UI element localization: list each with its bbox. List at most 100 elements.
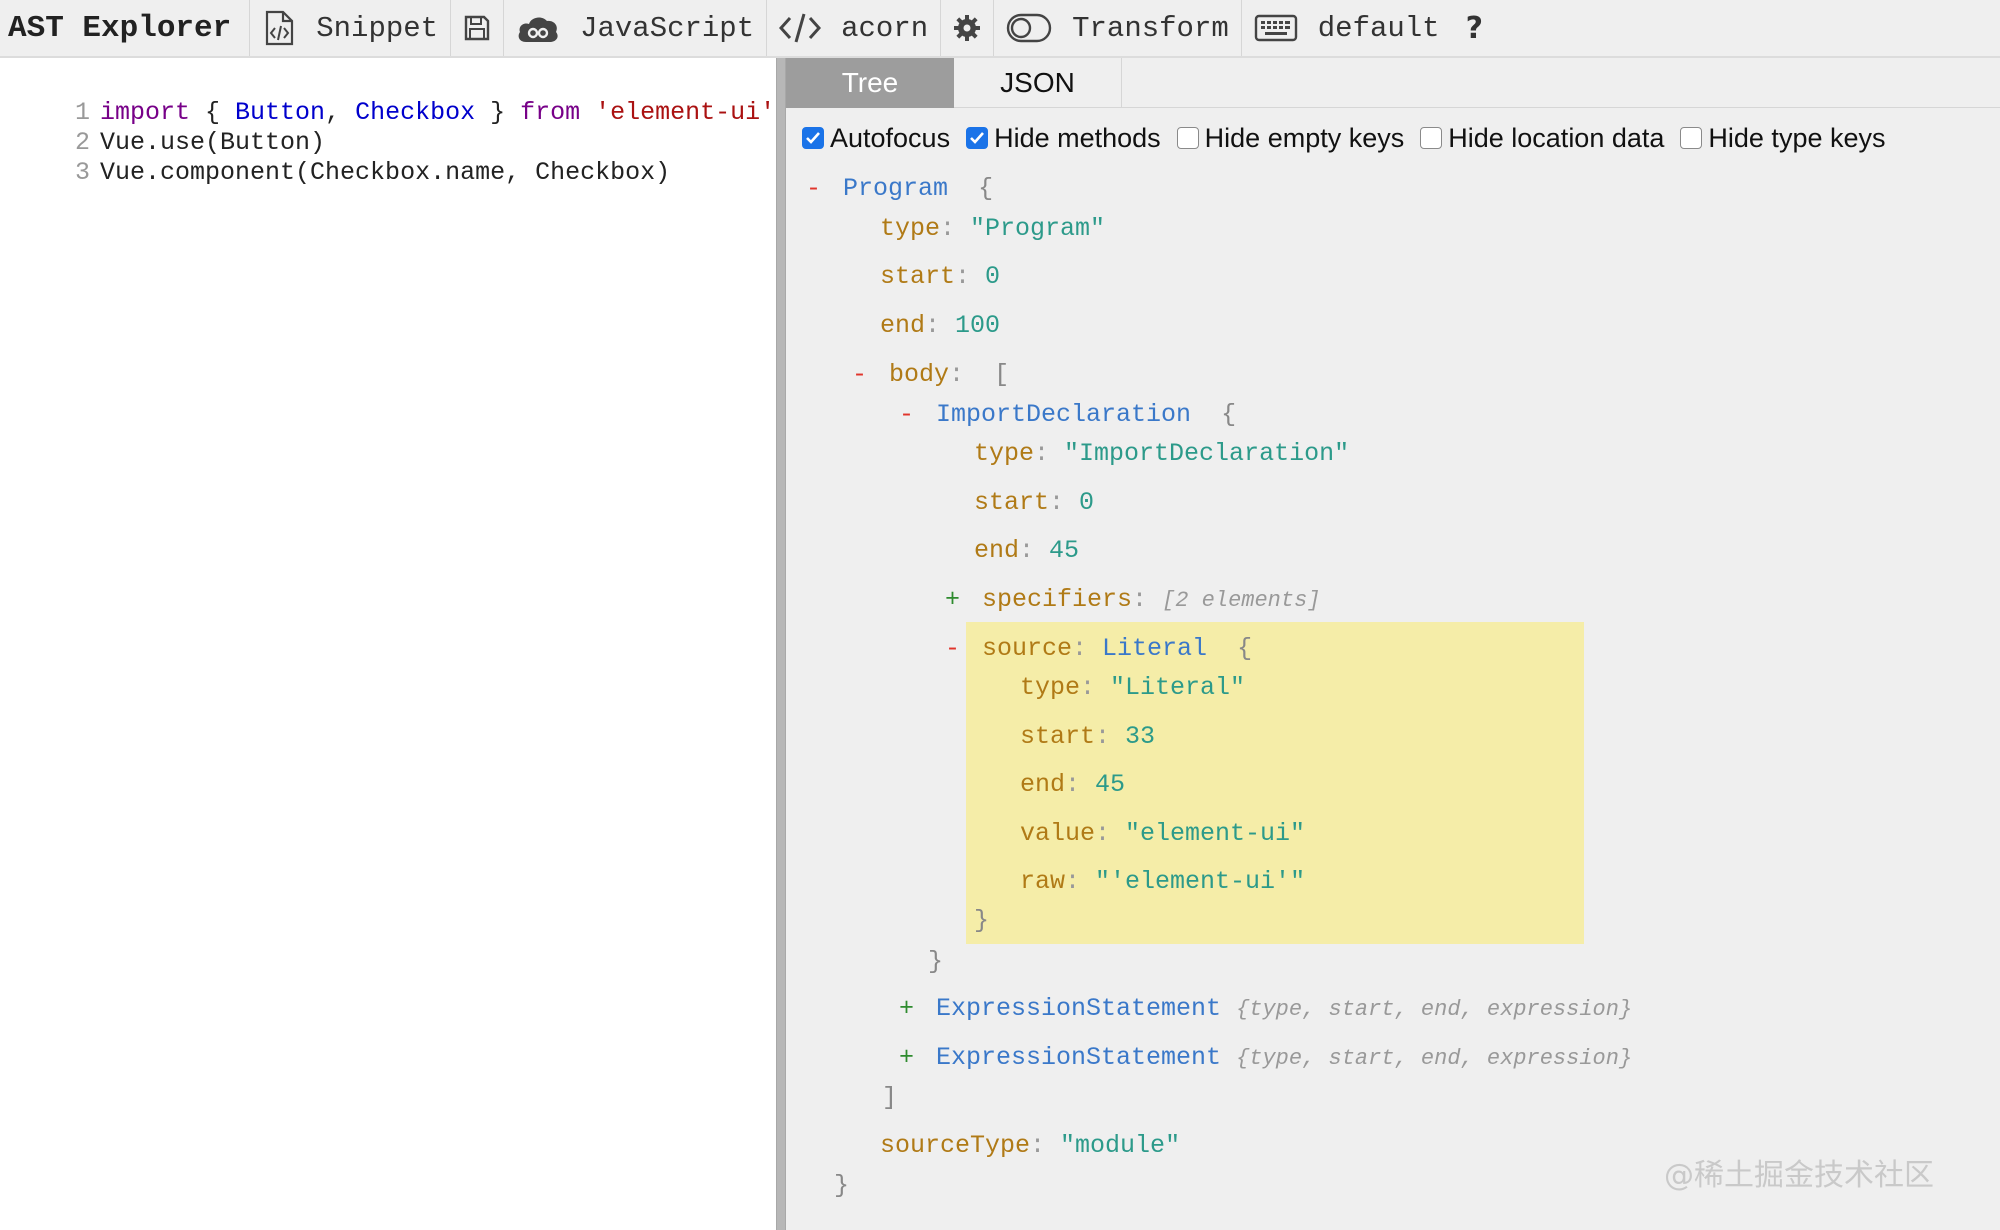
tab-json[interactable]: JSON bbox=[954, 58, 1122, 108]
gear-icon bbox=[953, 14, 981, 42]
collapse-toggle[interactable]: - bbox=[945, 632, 967, 666]
property-value: 0 bbox=[1079, 488, 1095, 517]
snippet-label: Snippet bbox=[316, 11, 439, 45]
toggle-icon bbox=[1006, 13, 1052, 43]
tree-row: start: 0 bbox=[880, 262, 1001, 291]
keymap-menu[interactable]: default bbox=[1242, 0, 1452, 56]
line-number: 3 bbox=[75, 158, 91, 187]
property-value: "ImportDeclaration" bbox=[1064, 439, 1350, 468]
tree-row-import-declaration[interactable]: - ImportDeclaration { bbox=[899, 398, 1236, 432]
closing-bracket: ] bbox=[882, 1083, 898, 1112]
tree-row-expression-statement[interactable]: + ExpressionStatement {type, start, end,… bbox=[899, 992, 1632, 1026]
node-type: ExpressionStatement bbox=[936, 1043, 1222, 1072]
closing-brace: } bbox=[928, 947, 944, 976]
collapsed-summary: [2 elements] bbox=[1162, 588, 1321, 613]
property-key: sourceType bbox=[880, 1131, 1031, 1160]
tree-row: type: "ImportDeclaration" bbox=[974, 439, 1350, 468]
property-value: 45 bbox=[1049, 536, 1080, 565]
tree-row-body[interactable]: - body: [ bbox=[852, 358, 1009, 392]
collapse-toggle[interactable]: - bbox=[899, 398, 921, 432]
closing-brace: } bbox=[974, 906, 990, 935]
node-type: Program bbox=[843, 174, 949, 203]
code-token: Checkbox bbox=[355, 98, 476, 127]
option-label: Hide empty keys bbox=[1204, 122, 1405, 153]
property-value: "'element-ui'" bbox=[1095, 867, 1306, 896]
parser-settings-button[interactable] bbox=[941, 0, 995, 56]
code-token: , bbox=[325, 98, 356, 127]
option-label: Hide type keys bbox=[1708, 122, 1886, 153]
expand-toggle[interactable]: + bbox=[899, 1041, 921, 1075]
property-key: source bbox=[982, 634, 1073, 663]
tree-row: type: "Program" bbox=[880, 214, 1106, 243]
tree-row: start: 0 bbox=[974, 488, 1095, 517]
tree-row-program[interactable]: - Program { bbox=[806, 172, 993, 206]
language-label: JavaScript bbox=[580, 11, 755, 45]
property-value: "module" bbox=[1060, 1131, 1181, 1160]
tab-tree[interactable]: Tree bbox=[786, 58, 954, 108]
property-value: 0 bbox=[985, 262, 1001, 291]
collapsed-summary: {type, start, end, expression} bbox=[1236, 1046, 1633, 1071]
tree-row: sourceType: "module" bbox=[880, 1131, 1181, 1160]
option-hide-type-keys[interactable]: Hide type keys bbox=[1680, 122, 1886, 154]
toolbar: AST Explorer Snippet JavaScript acorn Tr… bbox=[0, 0, 2000, 58]
language-menu[interactable]: JavaScript bbox=[504, 0, 768, 56]
option-autofocus[interactable]: Autofocus bbox=[802, 123, 950, 154]
hide-methods-checkbox[interactable] bbox=[966, 127, 989, 149]
expand-toggle[interactable]: + bbox=[945, 583, 967, 617]
tree-row-expression-statement[interactable]: + ExpressionStatement {type, start, end,… bbox=[899, 1041, 1632, 1075]
tree-row: start: 33 bbox=[1020, 722, 1156, 751]
code-line: 2 Vue.use(Button) bbox=[0, 98, 325, 157]
autofocus-checkbox[interactable] bbox=[802, 127, 824, 149]
tree-row: value: "element-ui" bbox=[1020, 819, 1306, 848]
collapse-toggle[interactable]: - bbox=[806, 172, 828, 206]
code-brackets-icon bbox=[779, 12, 822, 44]
watermark: @稀土掘金技术社区 bbox=[1664, 1158, 1934, 1193]
hide-empty-keys-checkbox[interactable] bbox=[1176, 127, 1199, 149]
expand-toggle[interactable]: + bbox=[899, 992, 921, 1026]
node-type: ExpressionStatement bbox=[936, 994, 1222, 1023]
tree-row: raw: "'element-ui'" bbox=[1020, 867, 1306, 896]
property-value: 33 bbox=[1125, 722, 1156, 751]
option-hide-empty-keys[interactable]: Hide empty keys bbox=[1176, 122, 1405, 154]
collapsed-summary: {type, start, end, expression} bbox=[1236, 997, 1633, 1022]
language-cloud-icon bbox=[516, 12, 560, 44]
tree-row-source[interactable]: - source: Literal { bbox=[945, 632, 1252, 666]
transform-toggle[interactable]: Transform bbox=[994, 0, 1242, 56]
tree-row: end: 45 bbox=[974, 536, 1080, 565]
closing-brace: } bbox=[834, 1171, 850, 1200]
property-value: "Program" bbox=[970, 214, 1106, 243]
node-type: ImportDeclaration bbox=[936, 400, 1192, 429]
hide-location-data-checkbox[interactable] bbox=[1420, 127, 1443, 149]
code-token: from bbox=[520, 98, 581, 127]
parser-menu[interactable]: acorn bbox=[767, 0, 942, 56]
tree-options: Autofocus Hide methods Hide empty keys H… bbox=[786, 116, 2000, 160]
property-key: specifiers bbox=[982, 585, 1133, 614]
save-button[interactable] bbox=[451, 0, 505, 56]
option-label: Hide methods bbox=[994, 122, 1161, 153]
transform-label: Transform bbox=[1072, 11, 1229, 45]
collapse-toggle[interactable]: - bbox=[852, 358, 874, 392]
code-token: 'element-ui' bbox=[595, 98, 776, 127]
node-type: Literal bbox=[1102, 634, 1208, 663]
code-editor[interactable]: 1 import { Button, Checkbox } from 'eleme… bbox=[0, 60, 776, 1230]
help-button[interactable]: ? bbox=[1452, 0, 1497, 56]
option-hide-location-data[interactable]: Hide location data bbox=[1420, 123, 1664, 154]
tree-row-specifiers[interactable]: + specifiers: [2 elements] bbox=[945, 583, 1321, 617]
option-label: Hide location data bbox=[1448, 122, 1665, 153]
snippet-menu[interactable]: Snippet bbox=[250, 0, 452, 56]
keymap-label: default bbox=[1317, 11, 1440, 45]
option-hide-methods[interactable]: Hide methods bbox=[966, 123, 1161, 154]
property-value: "element-ui" bbox=[1125, 819, 1306, 848]
snippet-file-icon bbox=[262, 10, 296, 46]
code-token: } bbox=[475, 98, 521, 127]
output-tabs: Tree JSON bbox=[786, 58, 2000, 108]
property-value: 100 bbox=[955, 311, 1001, 340]
property-key: body bbox=[889, 360, 950, 389]
property-value: "Literal" bbox=[1110, 673, 1246, 702]
code-token: Vue.component(Checkbox.name, Checkbox) bbox=[100, 158, 671, 187]
property-value: 45 bbox=[1095, 770, 1126, 799]
keyboard-icon bbox=[1254, 14, 1298, 42]
panel-splitter[interactable] bbox=[776, 58, 786, 1230]
hide-type-keys-checkbox[interactable] bbox=[1680, 127, 1703, 149]
